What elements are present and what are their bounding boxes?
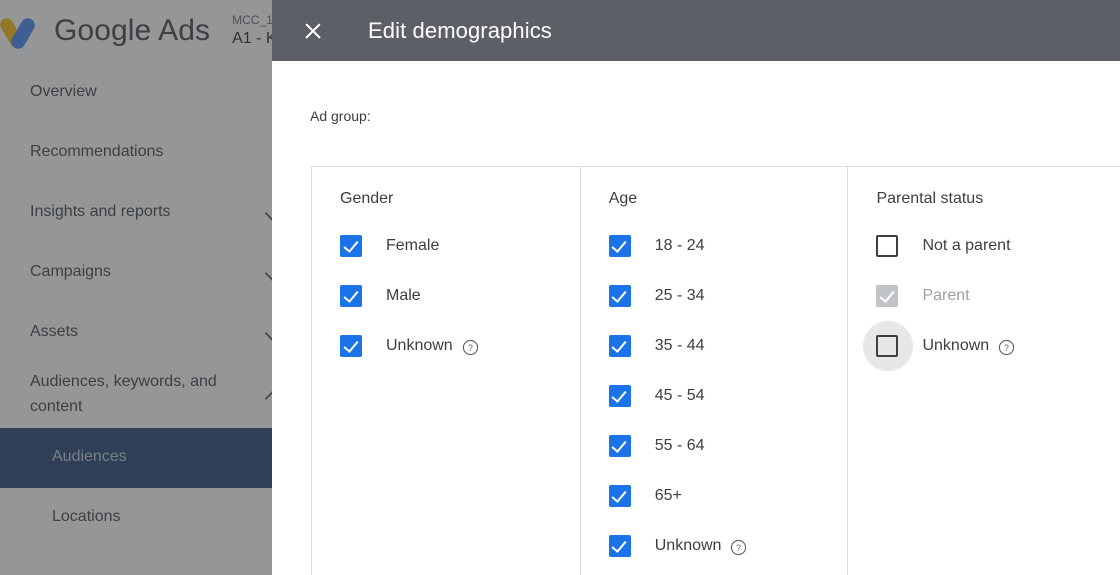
ad-group-row: Ad group: [310,108,371,124]
checkbox-45-54[interactable] [608,385,631,407]
column-title: Gender [340,190,394,207]
checkbox-65[interactable] [608,485,631,507]
dialog-header: Edit demographics [272,0,1120,61]
option-label: Parent [922,287,970,304]
option-row[interactable]: 25 - 34 [608,281,848,311]
close-icon[interactable] [299,17,327,45]
option-label: Unknown [654,537,722,554]
option-row[interactable]: 55 - 64 [608,431,848,461]
option-row[interactable]: Unknown? [340,331,580,361]
option-label: Female [386,237,440,254]
option-row[interactable]: Not a parent [876,231,1120,261]
option-label: 35 - 44 [654,337,705,354]
demographics-card: Gender Female Male Unknown? Age 18 - 24 25 - 3… [311,166,1120,575]
option-label: Not a parent [922,237,1011,254]
checkbox-male[interactable] [340,285,362,307]
svg-text:?: ? [1004,342,1009,352]
dialog-body: Ad group: Gender Female Male Unknown? Age 18 … [272,61,1120,575]
checkbox-unknown[interactable] [876,335,899,357]
option-row[interactable]: 65+ [608,481,848,511]
column-parental-status: Parental status Not a parent Parent Unknown… [847,167,1120,575]
option-label: 45 - 54 [654,387,705,404]
help-circle-icon[interactable]: ? [730,539,747,556]
column-age: Age 18 - 24 25 - 34 35 - 44 45 - 54 55 - 64 65… [579,167,848,575]
checkbox-unknown[interactable] [340,335,362,357]
option-label: 65+ [654,487,682,504]
option-row[interactable]: Unknown? [863,321,1120,371]
checkbox-not-a-parent[interactable] [876,235,899,257]
option-label: 55 - 64 [654,437,705,454]
option-row[interactable]: 35 - 44 [608,331,848,361]
column-gender: Gender Female Male Unknown? [312,167,580,575]
help-circle-icon[interactable]: ? [462,339,479,356]
checkbox-18-24[interactable] [608,235,631,257]
checkbox-parent [876,285,899,307]
option-row[interactable]: Parent [876,281,1120,311]
option-label: Unknown [386,337,453,354]
svg-text:?: ? [468,342,473,352]
option-row[interactable]: 18 - 24 [608,231,848,261]
option-row[interactable]: 45 - 54 [608,381,848,411]
column-title: Parental status [876,190,984,207]
option-row[interactable]: Unknown? [608,531,848,561]
option-row[interactable]: Female [340,231,580,261]
help-circle-icon[interactable]: ? [998,339,1015,356]
option-label: 25 - 34 [654,287,705,304]
option-label: Unknown [922,337,990,354]
ad-group-label: Ad group: [310,108,371,124]
option-label: 18 - 24 [654,237,705,254]
checkbox-55-64[interactable] [608,435,631,457]
edit-demographics-dialog: Edit demographics Ad group: Gender Female… [272,0,1120,575]
checkbox-unknown[interactable] [608,535,631,557]
option-row[interactable]: Male [340,281,580,311]
checkbox-35-44[interactable] [608,335,631,357]
screen-root: Google Ads MCC_1 A1 - Ko OverviewRecomme… [0,0,1120,575]
option-label: Male [386,287,421,304]
column-title: Age [608,190,638,207]
checkbox-female[interactable] [340,235,362,257]
svg-text:?: ? [736,542,741,552]
dialog-title: Edit demographics [368,17,552,43]
checkbox-25-34[interactable] [608,285,631,307]
